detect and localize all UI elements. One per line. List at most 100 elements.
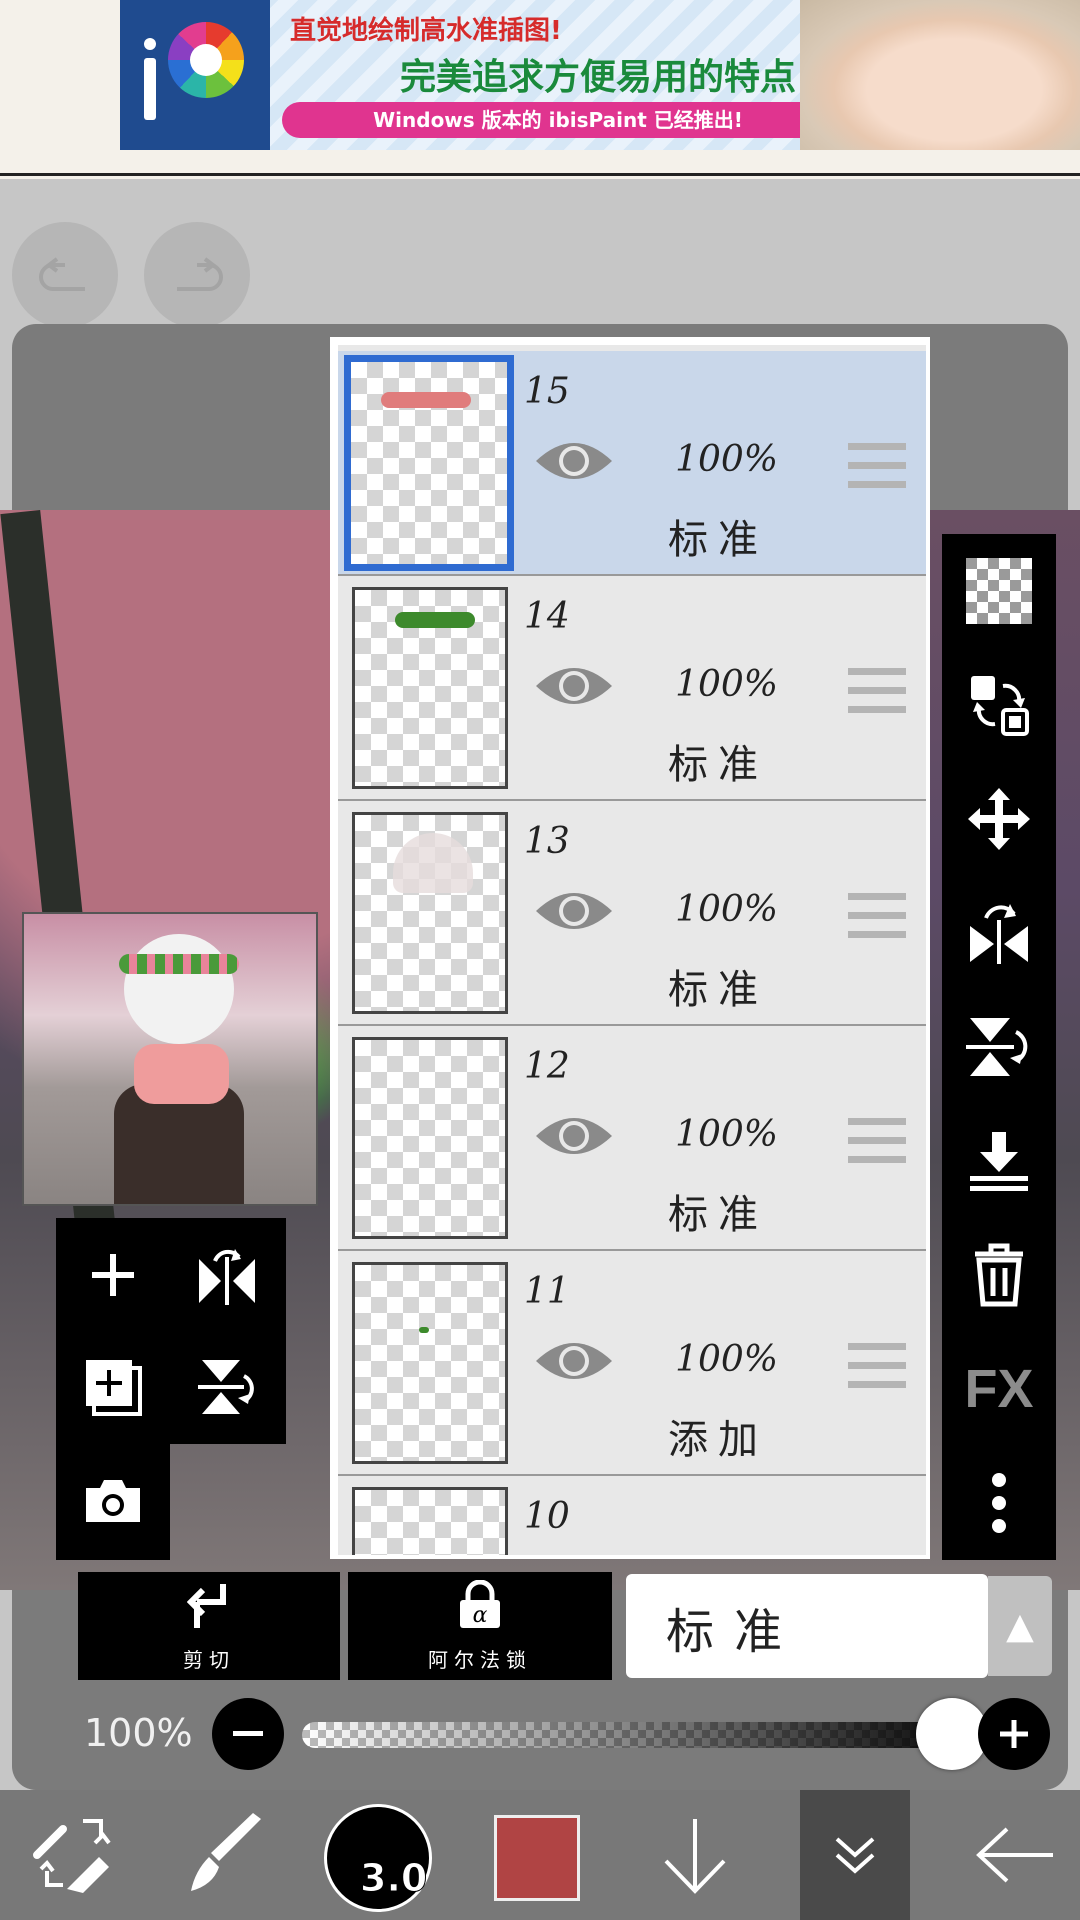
- layer-opacity: 100%: [675, 1339, 778, 1380]
- clipping-label: 剪切: [183, 1648, 235, 1672]
- flip-horizontal-icon: [970, 904, 1028, 964]
- flip-layer-icon: [199, 1249, 255, 1305]
- clipping-icon: [78, 1580, 340, 1644]
- add-copy-layer-icon: [86, 1360, 142, 1416]
- layer-thumbnail[interactable]: [352, 1037, 508, 1239]
- layer-blend-mode: 添加: [668, 1417, 768, 1463]
- drag-handle-icon[interactable]: [848, 443, 906, 489]
- undo-button[interactable]: [12, 222, 118, 328]
- brush-size-value: 3.0: [359, 1856, 428, 1901]
- layer-opacity: 100%: [675, 889, 778, 930]
- layer-thumbnail[interactable]: [352, 587, 508, 789]
- opacity-increase-button[interactable]: [978, 1698, 1050, 1770]
- drag-handle-icon[interactable]: [848, 1343, 906, 1389]
- layer-number: 15: [524, 371, 570, 412]
- layer-panel-toggle-button[interactable]: [800, 1790, 910, 1920]
- tool-switch-icon: [33, 1819, 111, 1893]
- camera-icon: [86, 1480, 140, 1522]
- move-button[interactable]: [942, 762, 1056, 876]
- merge-down-icon: [970, 1132, 1028, 1191]
- layer-opacity: 100%: [675, 664, 778, 705]
- layers-panel: 15 100% 标准 14 100% 标准 13 100% 标准 12 100%…: [330, 337, 930, 1559]
- merge-down-button[interactable]: [942, 1104, 1056, 1218]
- svg-text:α: α: [473, 1603, 488, 1628]
- layer-row-15[interactable]: 15 100% 标准: [338, 351, 926, 576]
- layer-blend-mode: 标准: [668, 742, 768, 788]
- brush-tool-button[interactable]: [170, 1790, 280, 1920]
- layer-thumbnail[interactable]: [352, 812, 508, 1014]
- layer-opacity: 100%: [675, 439, 778, 480]
- blend-mode-value: 标准: [666, 1604, 803, 1660]
- layer-row-13[interactable]: 13 100% 标准: [338, 801, 926, 1026]
- flip-vertical-button[interactable]: [942, 990, 1056, 1104]
- layer-row-14[interactable]: 14 100% 标准: [338, 576, 926, 801]
- layer-number: 11: [524, 1271, 570, 1312]
- move-layer-content-button[interactable]: [942, 648, 1056, 762]
- more-options-button[interactable]: [942, 1446, 1056, 1560]
- ad-banner[interactable]: 直觉地绘制高水准插图! 完美追求方便易用的特点! Windows 版本的 ibi…: [0, 0, 1080, 176]
- eye-icon[interactable]: [534, 435, 614, 487]
- move-layer-content-icon: [971, 676, 1029, 736]
- canvas-preview-thumbnail[interactable]: [22, 912, 318, 1206]
- layer-blend-mode: 标准: [668, 1192, 768, 1238]
- more-vertical-icon: [992, 1473, 1006, 1533]
- alpha-lock-button[interactable]: α 阿尔法锁: [348, 1572, 612, 1680]
- clipping-button[interactable]: 剪切: [78, 1572, 340, 1680]
- color-swatch-button[interactable]: [494, 1815, 580, 1901]
- camera-button[interactable]: [56, 1444, 170, 1558]
- arrow-left-icon: [976, 1827, 1053, 1883]
- add-copy-layer-button[interactable]: [56, 1330, 170, 1444]
- eye-icon[interactable]: [534, 1335, 614, 1387]
- redo-icon: [177, 257, 223, 291]
- layer-row-11[interactable]: 11 100% 添加: [338, 1251, 926, 1476]
- minus-icon: [233, 1731, 263, 1736]
- chevron-up-icon[interactable]: ▲: [988, 1576, 1052, 1676]
- eye-icon[interactable]: [534, 660, 614, 712]
- opacity-value: 100%: [84, 1711, 193, 1755]
- drag-handle-icon[interactable]: [848, 893, 906, 939]
- layer-blend-mode: 标准: [668, 967, 768, 1013]
- opacity-decrease-button[interactable]: [212, 1698, 284, 1770]
- ad-illustration: [800, 0, 1080, 150]
- layer-thumbnail[interactable]: [352, 1487, 508, 1555]
- layer-blend-mode: 标准: [668, 517, 768, 563]
- layers-list: 15 100% 标准 14 100% 标准 13 100% 标准 12 100%…: [338, 345, 926, 1555]
- ibispaint-logo-icon: [120, 0, 270, 150]
- left-layer-tools: [56, 1218, 286, 1444]
- ad-subheadline: 完美追求方便易用的特点!: [400, 57, 813, 98]
- undo-icon: [39, 257, 85, 291]
- camera-panel: [56, 1444, 170, 1560]
- layer-thumbnail[interactable]: [352, 1262, 508, 1464]
- flip-layer-button[interactable]: [170, 1218, 284, 1332]
- alpha-lock-label: 阿尔法锁: [428, 1648, 532, 1672]
- layer-row-10[interactable]: 10: [338, 1476, 926, 1555]
- plus-icon: [1000, 1720, 1028, 1748]
- layer-down-button[interactable]: [640, 1790, 750, 1920]
- lock-icon: α: [348, 1579, 612, 1644]
- flip-vertical-layer-button[interactable]: [170, 1330, 284, 1444]
- fx-button[interactable]: FX: [942, 1332, 1056, 1446]
- double-chevron-down-icon: [835, 1837, 875, 1874]
- drag-handle-icon[interactable]: [848, 1118, 906, 1164]
- eye-icon[interactable]: [534, 1110, 614, 1162]
- layer-row-12[interactable]: 12 100% 标准: [338, 1026, 926, 1251]
- blend-mode-select[interactable]: 标准: [626, 1574, 988, 1678]
- back-button[interactable]: [960, 1790, 1070, 1920]
- brush-icon: [191, 1813, 261, 1891]
- move-arrows-icon: [968, 788, 1030, 850]
- layer-number: 14: [524, 596, 570, 637]
- tool-selection-button[interactable]: [20, 1790, 120, 1920]
- delete-layer-button[interactable]: [942, 1218, 1056, 1332]
- layer-thumbnail[interactable]: [344, 355, 514, 571]
- eye-icon[interactable]: [534, 885, 614, 937]
- transparent-fill-button[interactable]: [942, 534, 1056, 648]
- flip-horizontal-button[interactable]: [942, 876, 1056, 990]
- drag-handle-icon[interactable]: [848, 668, 906, 714]
- layer-number: 10: [524, 1496, 570, 1537]
- right-layer-toolbar: FX: [942, 534, 1056, 1560]
- flip-vertical-icon: [966, 1018, 1028, 1076]
- layer-number: 12: [524, 1046, 570, 1087]
- opacity-slider[interactable]: [302, 1722, 952, 1748]
- add-layer-button[interactable]: [56, 1218, 170, 1332]
- redo-button[interactable]: [144, 222, 250, 328]
